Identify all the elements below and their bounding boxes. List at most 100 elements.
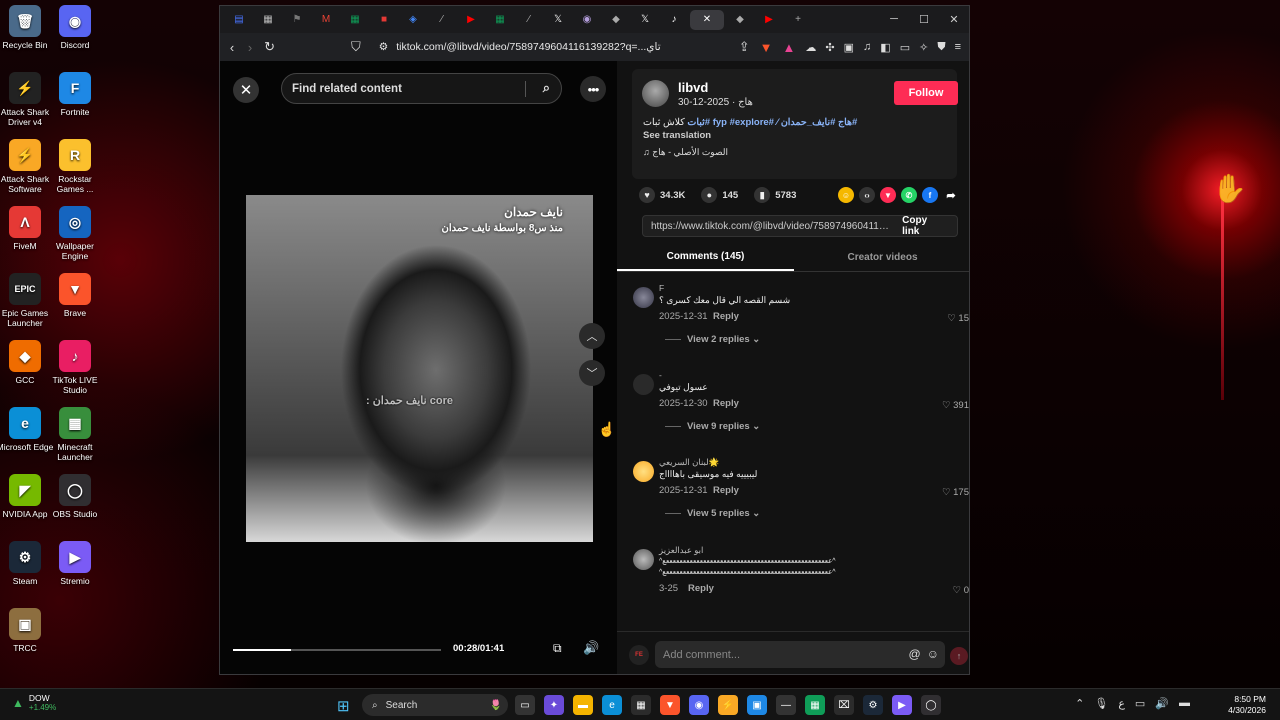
brave-rewards-icon[interactable]: ▲ <box>783 40 796 55</box>
save-button[interactable]: ▮ 5783 <box>754 187 796 203</box>
comment-author[interactable]: لبنان السريعي🌟 <box>659 457 719 468</box>
tab-6[interactable]: ■ <box>371 10 397 30</box>
tab-sheets-2[interactable]: ▦ <box>487 10 513 30</box>
previous-video-button[interactable]: ︿ <box>579 323 605 349</box>
like-button[interactable]: ♥ 34.3K <box>639 187 685 203</box>
whatsapp-icon[interactable]: ✆ <box>901 187 917 203</box>
comment-avatar[interactable] <box>633 287 654 308</box>
menu-icon[interactable]: ≡ <box>955 41 961 54</box>
reload-icon[interactable]: ↻ <box>264 39 275 55</box>
stock-widget[interactable]: ▲ DOW +1.49% <box>12 693 56 713</box>
forward-icon[interactable]: › <box>246 40 254 55</box>
video-progress-bar[interactable] <box>233 649 441 651</box>
extension-1-icon[interactable]: ☁ <box>805 41 816 54</box>
author-avatar[interactable] <box>642 80 669 107</box>
tab-8[interactable]: ⁄ <box>429 10 455 30</box>
volume-icon[interactable]: 🔊 <box>583 640 599 656</box>
tab-gmail[interactable]: M <box>313 10 339 30</box>
mention-icon[interactable]: @ <box>909 647 921 661</box>
tab-x-1[interactable]: 𝕏 <box>545 10 571 30</box>
send-comment-button[interactable]: ↑ <box>950 647 968 665</box>
wallet-icon[interactable]: ▭ <box>900 41 910 54</box>
app-3-icon[interactable]: — <box>776 695 796 715</box>
desktop-icon[interactable]: ♪ TikTok LIVE Studio <box>44 340 106 395</box>
next-video-button[interactable]: ﹀ <box>579 360 605 386</box>
language-icon[interactable]: ع <box>1118 697 1125 710</box>
tab-active[interactable]: ✕ <box>690 9 724 30</box>
desktop-icon[interactable]: ▦ Minecraft Launcher <box>44 407 106 462</box>
screenshot-icon[interactable]: ▣ <box>844 41 854 54</box>
comment-button[interactable]: ● 145 <box>701 187 738 203</box>
sound-link[interactable]: ♫ الصوت الأصلي - هاج <box>643 147 728 158</box>
taskbar-search[interactable]: ⌕ Search 🌷 <box>362 694 508 716</box>
post-hashtags[interactable]: #هاج #نايف_حمدان ⁄ #fyp #explore #ثبات <box>687 117 857 128</box>
share-icon[interactable]: ➦ <box>943 187 959 203</box>
app-4-icon[interactable]: ⌧ <box>834 695 854 715</box>
desktop-icon[interactable]: ▣ TRCC <box>0 608 56 653</box>
comment-likes[interactable]: ♡ 175 <box>942 487 969 498</box>
vpn-icon[interactable]: ⛊ <box>937 41 945 54</box>
tab-7[interactable]: ◈ <box>400 10 426 30</box>
microphone-icon[interactable]: 🎙 <box>1094 697 1108 710</box>
send-icon[interactable]: ▼ <box>880 187 896 203</box>
comment-avatar[interactable] <box>633 374 654 395</box>
copy-link-button[interactable]: Copy link <box>892 215 957 237</box>
video-player[interactable]: نايف حمدان منذ س8 بواسطة نايف حمدان core… <box>246 195 593 542</box>
search-icon[interactable]: ⌕ <box>543 80 550 96</box>
volume-tray-icon[interactable]: 🔊 <box>1155 697 1169 710</box>
comment-likes[interactable]: ♡ 391 <box>942 400 969 411</box>
related-search-input[interactable]: Find related content ⌕ <box>281 73 562 104</box>
emoji-icon[interactable]: ☺ <box>927 647 939 661</box>
obs-icon[interactable]: ◯ <box>921 695 941 715</box>
app-2-icon[interactable]: ▣ <box>747 695 767 715</box>
embed-icon[interactable]: ‹› <box>859 187 875 203</box>
comment-reply-button[interactable]: Reply <box>713 485 739 496</box>
url-field[interactable]: ⚙ tiktok.com/@libvd/video/75897496041161… <box>371 36 729 58</box>
tab-18[interactable]: ◆ <box>727 10 753 30</box>
tab-1[interactable]: ▤ <box>226 10 252 30</box>
back-icon[interactable]: ‹ <box>228 40 236 55</box>
minimize-icon[interactable]: ─ <box>879 13 909 26</box>
start-button[interactable]: ⊞ <box>337 697 350 715</box>
app-icon[interactable]: ⚡ <box>718 695 738 715</box>
edge-icon[interactable]: e <box>602 695 622 715</box>
view-replies-button[interactable]: View 2 replies ⌄ <box>665 334 760 345</box>
media-icon[interactable]: ♫ <box>863 41 871 54</box>
close-tab-icon[interactable]: ✕ <box>703 14 711 25</box>
comment-reply-button[interactable]: Reply <box>688 583 714 594</box>
steam-icon[interactable]: ⚙ <box>863 695 883 715</box>
desktop-icon[interactable]: ◉ Discord <box>44 5 106 50</box>
desktop-icon[interactable]: F Fortnite <box>44 72 106 117</box>
comment-avatar[interactable] <box>633 549 654 570</box>
task-view-icon[interactable]: ▭ <box>515 695 535 715</box>
copilot-icon[interactable]: ✦ <box>544 695 564 715</box>
view-replies-button[interactable]: View 9 replies ⌄ <box>665 421 760 432</box>
tab-tiktok[interactable]: ♪ <box>661 10 687 30</box>
comment-author[interactable]: F <box>659 283 664 293</box>
tab-comments[interactable]: Comments (145) <box>617 244 794 271</box>
share-friends-icon[interactable]: ☺ <box>838 187 854 203</box>
my-avatar[interactable]: FE <box>629 645 649 665</box>
brave-icon[interactable]: ▼ <box>660 695 680 715</box>
network-icon[interactable]: ▭ <box>1135 697 1145 710</box>
share-page-icon[interactable]: ⇪ <box>739 39 750 55</box>
comment-input[interactable]: Add comment... @ ☺ <box>655 641 945 668</box>
view-replies-button[interactable]: View 5 replies ⌄ <box>665 508 760 519</box>
tab-creator-videos[interactable]: Creator videos <box>794 244 969 271</box>
tab-14[interactable]: ◆ <box>603 10 629 30</box>
comment-author[interactable]: ابو عبدالعزيز <box>659 545 703 556</box>
comment-author[interactable]: - <box>659 370 662 380</box>
site-info-icon[interactable]: ⚙ <box>379 41 388 53</box>
picture-in-picture-icon[interactable]: ⧉ <box>553 641 562 656</box>
follow-button[interactable]: Follow <box>894 81 958 105</box>
comment-reply-button[interactable]: Reply <box>713 398 739 409</box>
tab-x-2[interactable]: 𝕏 <box>632 10 658 30</box>
brave-shield-icon[interactable]: ▼ <box>760 40 773 55</box>
new-tab-button[interactable]: + <box>785 10 811 30</box>
sheets-icon[interactable]: ▦ <box>805 695 825 715</box>
discord-icon[interactable]: ◉ <box>689 695 709 715</box>
store-icon[interactable]: ▦ <box>631 695 651 715</box>
bookmark-icon[interactable]: ⛉ <box>351 39 361 55</box>
maximize-icon[interactable]: ☐ <box>909 13 939 26</box>
leo-ai-icon[interactable]: ✧ <box>919 41 928 54</box>
